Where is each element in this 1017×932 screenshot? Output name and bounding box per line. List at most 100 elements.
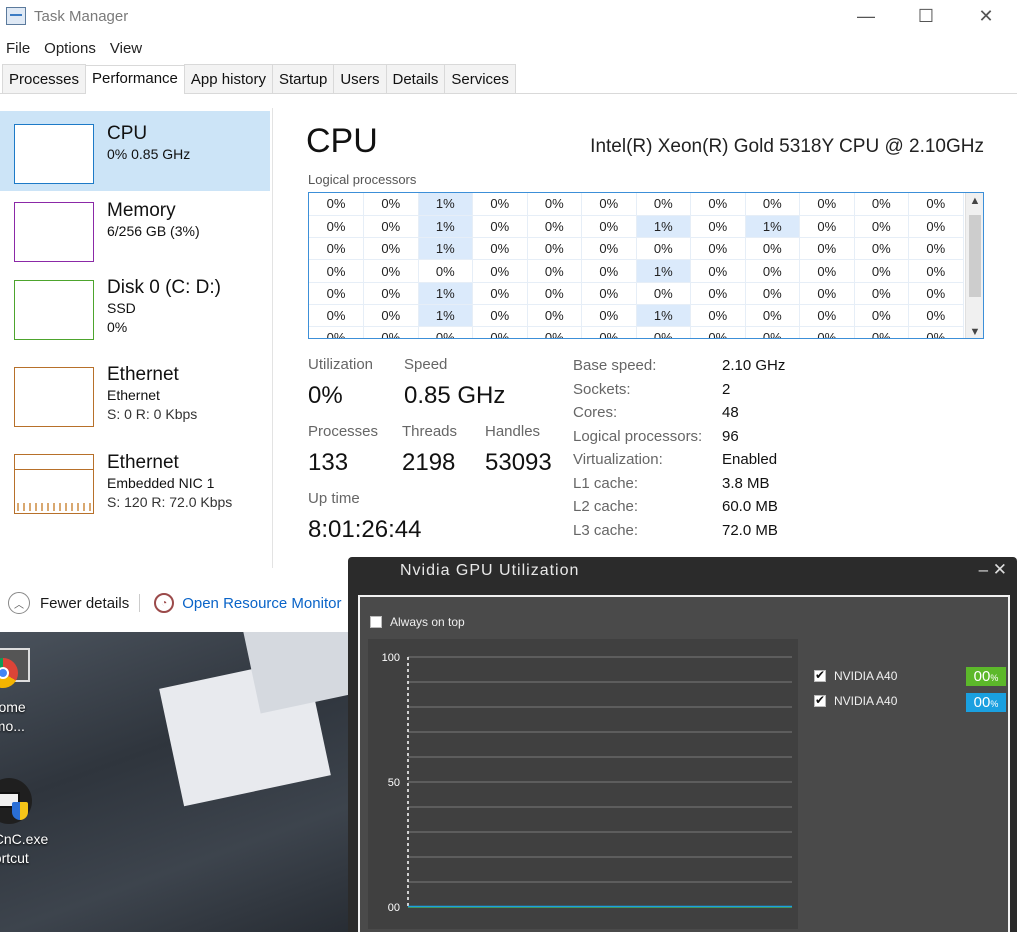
- processor-cell: 0%: [690, 259, 746, 283]
- processor-cell: 0%: [527, 282, 582, 305]
- tab-performance[interactable]: Performance: [85, 65, 185, 94]
- processor-cell: 0%: [581, 193, 637, 216]
- processor-cell: 0%: [690, 282, 746, 305]
- processor-cell: 1%: [418, 304, 473, 328]
- tab-services[interactable]: Services: [444, 64, 516, 93]
- processor-cell: 0%: [309, 304, 364, 328]
- logical-processors-grid[interactable]: 0% 0% 1% 0% 0% 0% 0% 0% 0% 0% 0% 0% 0% 0% 1% 0% 0% 0% 1% 0%…: [308, 192, 984, 339]
- menu-view[interactable]: View: [110, 40, 142, 57]
- desktop-icon-chrome[interactable]: hrome emo...: [0, 646, 66, 736]
- uptime-value: 8:01:26:44: [308, 516, 422, 543]
- processor-cell: 1%: [636, 304, 691, 328]
- sidebar-item-ethernet[interactable]: Ethernet Ethernet S: 0 R: 0 Kbps: [0, 358, 270, 438]
- handles-label: Handles: [485, 423, 541, 440]
- processor-cell: 0%: [472, 237, 528, 261]
- scroll-up-icon[interactable]: ▲: [966, 195, 983, 207]
- fewer-details-link[interactable]: Fewer details: [40, 595, 129, 612]
- processor-cell: 0%: [854, 282, 909, 305]
- processes-label: Processes: [308, 423, 379, 440]
- grid-scrollbar[interactable]: ▲ ▼: [965, 193, 983, 338]
- resource-monitor-icon: ◔: [154, 593, 175, 613]
- processor-cell: 0%: [581, 259, 637, 283]
- always-on-top-option[interactable]: Always on top: [370, 615, 465, 629]
- series-checkbox[interactable]: [814, 668, 826, 682]
- cpu-detail-panel: CPU Intel(R) Xeon(R) Gold 5318Y CPU @ 2.…: [306, 108, 996, 568]
- processor-cell: 0%: [472, 259, 528, 283]
- menu-file[interactable]: File: [6, 40, 30, 57]
- desktop-icon-label: hrome: [0, 699, 26, 715]
- processor-cell: 0%: [363, 215, 419, 239]
- processor-cell: 0%: [854, 193, 909, 216]
- grid-row: 0% 0% 1% 0% 0% 0% 0% 0% 0% 0% 0% 0%: [309, 282, 964, 305]
- processor-cell: 0%: [745, 282, 800, 305]
- processor-cell: 0%: [472, 193, 528, 216]
- processor-cell: 1%: [418, 193, 473, 216]
- spec-key: Cores:: [573, 404, 618, 421]
- legend-item[interactable]: NVIDIA A40: [814, 693, 898, 708]
- tab-startup[interactable]: Startup: [271, 64, 335, 93]
- gpu-window-title: Nvidia GPU Utilization: [400, 562, 580, 579]
- performance-sidebar: CPU 0% 0.85 GHz Memory 6/256 GB (3%) Dis…: [0, 108, 273, 568]
- maximize-button[interactable]: ☐: [896, 0, 956, 32]
- processor-cell: 0%: [527, 326, 582, 338]
- desktop-background: hrome emo... _CnC.exe hortcut: [0, 632, 360, 932]
- sidebar-item-label: Memory: [107, 200, 176, 221]
- processor-cell: 0%: [527, 215, 582, 239]
- processor-cell: 0%: [854, 237, 909, 261]
- shortcut-shield-icon: [0, 778, 32, 824]
- tab-app-history[interactable]: App history: [183, 64, 273, 93]
- legend-label: NVIDIA A40: [834, 694, 898, 708]
- gpu-window-controls[interactable]: – ✕: [979, 560, 1007, 580]
- grid-row: 0% 0% 1% 0% 0% 0% 1% 0% 1% 0% 0% 0%: [309, 215, 964, 239]
- chevron-up-icon[interactable]: ︿: [8, 592, 30, 614]
- sidebar-item-cpu[interactable]: CPU 0% 0.85 GHz: [0, 111, 270, 191]
- spec-key: L2 cache:: [573, 498, 639, 515]
- always-on-top-checkbox[interactable]: [370, 616, 382, 628]
- spec-value: 60.0 MB: [722, 498, 778, 515]
- processor-cell: 0%: [745, 237, 800, 261]
- processor-cell: 0%: [363, 259, 419, 283]
- tab-details[interactable]: Details: [385, 64, 446, 93]
- processor-cell: 0%: [799, 282, 855, 305]
- sidebar-item-value: S: 0 R: 0 Kbps: [107, 406, 198, 422]
- spec-key: Virtualization:: [573, 451, 663, 468]
- sidebar-item-value: Ethernet: [107, 387, 160, 403]
- sidebar-item-memory[interactable]: Memory 6/256 GB (3%): [0, 192, 270, 272]
- open-resource-monitor-link[interactable]: Open Resource Monitor: [182, 595, 341, 612]
- processor-cell: 0%: [581, 304, 637, 328]
- processor-cell: 0%: [908, 237, 964, 261]
- processor-cell: 0%: [690, 326, 746, 338]
- tab-users[interactable]: Users: [333, 64, 387, 93]
- spec-value: 96: [722, 428, 739, 445]
- processor-cell: 0%: [527, 193, 582, 216]
- gpu-utilization-chart: 100 50 00: [382, 652, 792, 914]
- legend-item[interactable]: NVIDIA A40: [814, 668, 897, 683]
- sidebar-item-value: 6/256 GB (3%): [107, 223, 200, 239]
- gpu-value-unit: %: [990, 673, 999, 683]
- processor-cell: 0%: [472, 326, 528, 338]
- spec-key: Base speed:: [573, 357, 657, 374]
- desktop-wallpaper-shape: [241, 632, 360, 714]
- handles-value: 53093: [485, 449, 552, 476]
- scrollbar-thumb[interactable]: [969, 215, 981, 297]
- gpu-value-unit: %: [990, 699, 999, 709]
- tab-processes[interactable]: Processes: [2, 64, 87, 93]
- desktop-icon-cnc[interactable]: _CnC.exe hortcut: [0, 778, 66, 868]
- sidebar-item-value: SSD: [107, 300, 136, 316]
- scroll-down-icon[interactable]: ▼: [966, 326, 983, 338]
- processor-cell: 0%: [363, 282, 419, 305]
- minimize-button[interactable]: —: [836, 0, 896, 32]
- sidebar-item-disk[interactable]: Disk 0 (C: D:) SSD 0%: [0, 271, 270, 351]
- processor-cell: 0%: [854, 304, 909, 328]
- task-manager-window: Task Manager — ☐ ✕ File Options View Pro…: [0, 0, 1017, 632]
- processor-cell: 1%: [636, 215, 691, 239]
- series-checkbox[interactable]: [814, 693, 826, 707]
- sidebar-item-ethernet-nic[interactable]: Ethernet Embedded NIC 1 S: 120 R: 72.0 K…: [0, 444, 270, 524]
- desktop-icon-label: emo...: [0, 718, 25, 734]
- ethernet-nic-thumbnail-graph: [14, 454, 94, 514]
- menu-options[interactable]: Options: [44, 40, 96, 57]
- processor-cell: 0%: [527, 304, 582, 328]
- processor-cell: 0%: [799, 304, 855, 328]
- logical-processors-label: Logical processors: [308, 172, 417, 187]
- close-button[interactable]: ✕: [956, 0, 1016, 32]
